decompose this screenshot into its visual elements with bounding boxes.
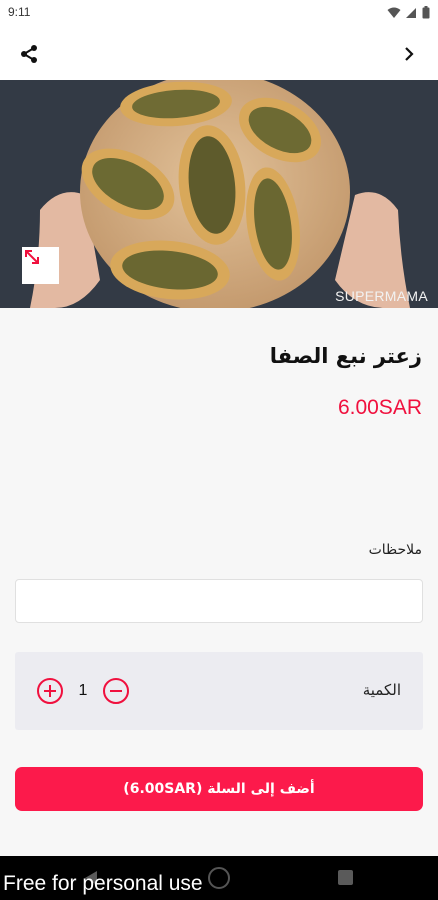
- notes-label: ملاحظات: [368, 542, 422, 558]
- product-price: 6.00SAR: [337, 396, 422, 419]
- status-time: 9:11: [8, 5, 31, 19]
- status-bar: 9:11: [0, 0, 438, 26]
- add-to-cart-button[interactable]: أضف إلى السلة (6.00SAR): [15, 767, 423, 811]
- product-image: SUPERMAMA: [0, 80, 438, 308]
- status-icons: [387, 6, 430, 19]
- manakish-photo: [0, 80, 438, 308]
- image-watermark: SUPERMAMA: [335, 288, 428, 304]
- next-button[interactable]: [392, 37, 426, 71]
- expand-image-button[interactable]: [22, 247, 59, 284]
- share-icon: [21, 45, 37, 63]
- product-name: زعتر نبع الصفا: [269, 344, 422, 368]
- notes-input[interactable]: [15, 579, 423, 623]
- quantity-panel: الكمية 1: [15, 652, 423, 730]
- wifi-icon: [387, 7, 401, 18]
- home-icon[interactable]: [208, 867, 230, 889]
- minus-icon: [110, 690, 122, 692]
- recents-icon[interactable]: [338, 870, 353, 885]
- plus-icon-vertical: [49, 685, 51, 697]
- app-bar: [0, 26, 438, 80]
- quantity-value: 1: [78, 682, 88, 699]
- share-button[interactable]: [12, 37, 46, 71]
- chevron-right-icon: [405, 47, 414, 61]
- watermark-overlay-text: Free for personal use: [3, 872, 203, 895]
- expand-diagonal-icon: [25, 250, 39, 264]
- product-details: زعتر نبع الصفا 6.00SAR ملاحظات الكمية 1 …: [0, 308, 438, 856]
- quantity-stepper: 1: [37, 678, 129, 704]
- quantity-label: الكمية: [362, 681, 401, 699]
- system-nav-bar: Free for personal use: [0, 856, 438, 900]
- decrease-quantity-button[interactable]: [103, 678, 129, 704]
- increase-quantity-button[interactable]: [37, 678, 63, 704]
- battery-icon: [422, 6, 430, 19]
- signal-icon: [406, 7, 416, 18]
